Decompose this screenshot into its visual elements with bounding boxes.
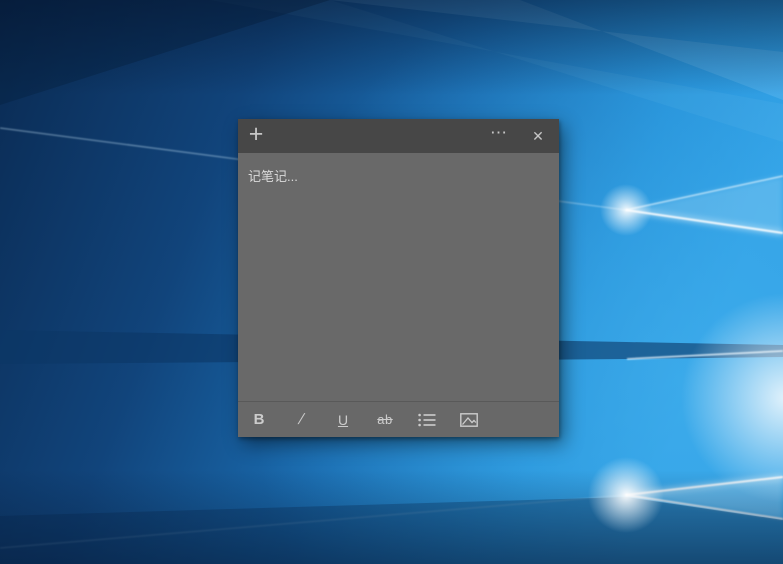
bullet-list-button[interactable] — [406, 402, 448, 438]
bold-button[interactable]: B — [238, 402, 280, 438]
image-button[interactable] — [448, 402, 490, 438]
titlebar-drag-area[interactable] — [274, 119, 481, 153]
strikethrough-button[interactable]: ab — [364, 402, 406, 438]
close-button[interactable]: ✕ — [517, 119, 559, 153]
bold-icon: B — [254, 411, 265, 428]
sticky-note-window: + ⋯ ✕ 记笔记... B / U ab — [238, 119, 559, 437]
italic-button[interactable]: / — [280, 402, 322, 438]
close-icon: ✕ — [532, 128, 544, 145]
menu-button[interactable]: ⋯ — [481, 119, 517, 153]
ellipsis-icon: ⋯ — [490, 123, 508, 143]
note-placeholder: 记笔记... — [248, 166, 298, 185]
underline-icon: U — [338, 412, 348, 428]
note-titlebar: + ⋯ ✕ — [238, 119, 559, 153]
format-toolbar: B / U ab — [238, 401, 559, 437]
new-note-button[interactable]: + — [238, 119, 274, 153]
italic-icon: / — [298, 411, 305, 428]
bullet-list-icon — [418, 413, 436, 427]
strikethrough-icon: ab — [377, 412, 392, 427]
plus-icon: + — [249, 122, 264, 147]
image-icon — [460, 413, 478, 427]
desktop: + ⋯ ✕ 记笔记... B / U ab — [0, 0, 783, 564]
underline-button[interactable]: U — [322, 402, 364, 438]
note-editor[interactable]: 记笔记... — [238, 153, 559, 401]
